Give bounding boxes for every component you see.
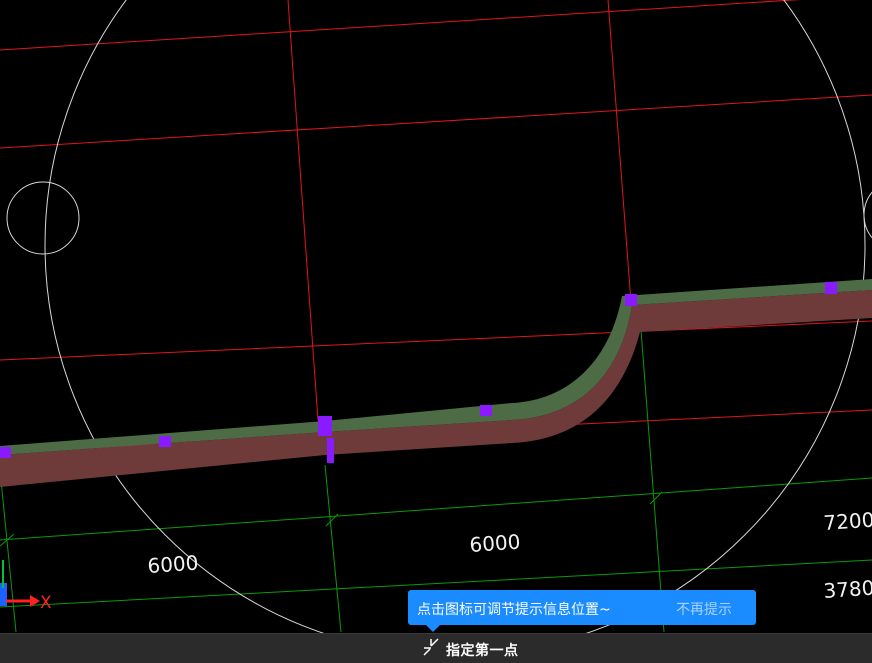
green-grid-line [324,464,342,633]
grip-point[interactable] [318,416,332,436]
grip-point[interactable] [159,436,171,447]
ucs-x-label: X [40,593,52,613]
tick-mark [325,513,339,527]
wall-side-face [0,290,872,487]
grip-point[interactable] [625,294,637,306]
collapse-arrow-line [430,638,439,647]
small-circle [6,181,80,255]
red-grid-line [287,0,319,421]
dimension-text-right-bottom: 3780 [823,575,872,602]
grip-point[interactable] [327,438,334,463]
red-grid-line [0,0,801,51]
tip-popup: 点击图标可调节提示信息位置~ 不再提示 [408,590,756,632]
tip-message[interactable]: 点击图标可调节提示信息位置~ [417,599,611,619]
red-grid-line [0,94,872,149]
dimension-text-right-top: 7200 [823,507,872,534]
green-grid-line [0,469,17,633]
command-prompt: 指定第一点 [446,643,519,659]
red-grid [0,0,872,453]
grip-point[interactable] [0,447,11,458]
red-grid-line [0,320,872,361]
grip-point[interactable] [480,405,492,416]
dimension-text-middle: 6000 [469,529,521,556]
grip-point[interactable] [825,282,837,294]
drawing-canvas[interactable]: 6000 6000 7200 3780 X 2 3 4 [0,0,872,662]
ucs-icon: X [0,560,52,613]
collapse-arrows-icon[interactable] [421,636,443,658]
green-grid [0,329,872,633]
dimension-text-left: 6000 [147,550,199,577]
dont-show-again-link[interactable]: 不再提示 [676,599,732,619]
green-grid-line [0,477,872,541]
red-grid-line [607,0,632,303]
collapse-arrow-line [423,648,431,656]
green-grid-line [640,329,665,633]
cad-viewport[interactable]: 6000 6000 7200 3780 X 2 3 4 [0,0,872,662]
